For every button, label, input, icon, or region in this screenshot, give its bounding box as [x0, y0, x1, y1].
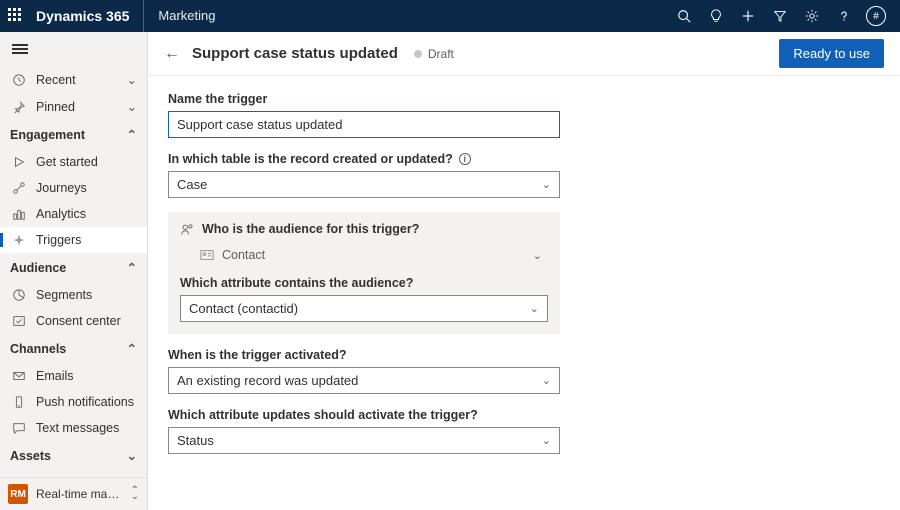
sidebar-item-label: Journeys [36, 181, 87, 195]
sidebar-section-assets[interactable]: Assets ⌄ [0, 441, 147, 470]
audience-panel: Who is the audience for this trigger? Co… [168, 212, 560, 334]
chevron-up-icon: ⌃ [127, 260, 137, 275]
chevron-down-icon: ⌄ [127, 448, 137, 463]
hamburger-icon[interactable] [0, 32, 147, 66]
mail-icon [12, 369, 26, 383]
select-value: Contact [222, 248, 265, 262]
updown-icon: ⌃⌄ [131, 488, 139, 500]
area-label: Real-time marketi... [36, 487, 123, 501]
triggers-icon [12, 233, 26, 247]
status-dot-icon [414, 50, 422, 58]
app-area[interactable]: Marketing [143, 0, 215, 32]
chevron-down-icon: ⌄ [530, 302, 539, 315]
sidebar-text-messages[interactable]: Text messages [0, 415, 147, 441]
chat-icon [12, 421, 26, 435]
filter-icon[interactable] [764, 0, 796, 32]
panel-header: Who is the audience for this trigger? [180, 222, 548, 236]
chevron-down-icon: ⌄ [542, 178, 551, 191]
select-value: Contact (contactid) [189, 301, 298, 316]
sidebar-push-notifications[interactable]: Push notifications [0, 389, 147, 415]
chevron-up-icon: ⌃ [127, 341, 137, 356]
chevron-down-icon: ⌄ [127, 72, 137, 87]
pin-icon [12, 100, 26, 114]
field-name: Name the trigger [168, 92, 560, 138]
sidebar-item-label: Analytics [36, 207, 86, 221]
sidebar-consent-center[interactable]: Consent center [0, 308, 147, 334]
field-updates: Which attribute updates should activate … [168, 408, 560, 454]
when-select[interactable]: An existing record was updated ⌄ [168, 367, 560, 394]
chevron-down-icon: ⌄ [542, 434, 551, 447]
select-value: Status [177, 433, 214, 448]
card-icon [200, 249, 214, 261]
sidebar-emails[interactable]: Emails [0, 363, 147, 389]
sidebar: Recent ⌄ Pinned ⌄ Engagement ⌃ Get start… [0, 32, 148, 510]
field-label: In which table is the record created or … [168, 152, 560, 166]
sidebar-item-label: Consent center [36, 314, 121, 328]
sidebar-recent[interactable]: Recent ⌄ [0, 66, 147, 93]
back-arrow-icon[interactable]: ← [164, 45, 180, 63]
waffle-icon[interactable] [8, 8, 24, 24]
avatar[interactable]: # [860, 0, 892, 32]
audience-entity-select[interactable]: Contact ⌄ [180, 244, 548, 266]
sidebar-item-label: Pinned [36, 100, 117, 114]
lightbulb-icon[interactable] [700, 0, 732, 32]
page-title: Support case status updated [192, 45, 398, 62]
updates-select[interactable]: Status ⌄ [168, 427, 560, 454]
area-badge: RM [8, 484, 28, 504]
gear-icon[interactable] [796, 0, 828, 32]
chevron-down-icon: ⌄ [127, 99, 137, 114]
sidebar-item-label: Recent [36, 73, 117, 87]
select-value: Case [177, 177, 207, 192]
sidebar-pinned[interactable]: Pinned ⌄ [0, 93, 147, 120]
play-icon [12, 155, 26, 169]
sidebar-item-label: Emails [36, 369, 74, 383]
table-select[interactable]: Case ⌄ [168, 171, 560, 198]
info-icon[interactable]: i [459, 153, 471, 165]
field-label: When is the trigger activated? [168, 348, 560, 362]
status-chip: Draft [414, 47, 454, 61]
clock-icon [12, 73, 26, 87]
top-bar: Dynamics 365 Marketing # [0, 0, 900, 32]
sidebar-segments[interactable]: Segments [0, 282, 147, 308]
field-when: When is the trigger activated? An existi… [168, 348, 560, 394]
attribute-select[interactable]: Contact (contactid) ⌄ [180, 295, 548, 322]
field-label: Which attribute contains the audience? [180, 276, 548, 290]
consent-icon [12, 314, 26, 328]
sidebar-item-label: Push notifications [36, 395, 134, 409]
select-value: An existing record was updated [177, 373, 358, 388]
status-text: Draft [428, 47, 454, 61]
sidebar-item-label: Get started [36, 155, 98, 169]
field-label: Name the trigger [168, 92, 560, 106]
people-icon [180, 222, 194, 236]
sidebar-item-label: Text messages [36, 421, 119, 435]
journeys-icon [12, 181, 26, 195]
sidebar-section-engagement[interactable]: Engagement ⌃ [0, 120, 147, 149]
main: ← Support case status updated Draft Read… [148, 32, 900, 510]
chevron-down-icon: ⌄ [533, 249, 542, 262]
sidebar-item-label: Triggers [36, 233, 81, 247]
field-label: Which attribute updates should activate … [168, 408, 560, 422]
sidebar-journeys[interactable]: Journeys [0, 175, 147, 201]
sidebar-section-channels[interactable]: Channels ⌃ [0, 334, 147, 363]
name-input[interactable] [168, 111, 560, 138]
segments-icon [12, 288, 26, 302]
chevron-down-icon: ⌄ [542, 374, 551, 387]
sidebar-item-label: Segments [36, 288, 92, 302]
sidebar-area-switcher[interactable]: RM Real-time marketi... ⌃⌄ [0, 477, 147, 510]
plus-icon[interactable] [732, 0, 764, 32]
sidebar-get-started[interactable]: Get started [0, 149, 147, 175]
analytics-icon [12, 207, 26, 221]
sidebar-analytics[interactable]: Analytics [0, 201, 147, 227]
page-header: ← Support case status updated Draft Read… [148, 32, 900, 76]
sidebar-triggers[interactable]: Triggers [0, 227, 147, 253]
form-area: Name the trigger In which table is the r… [148, 76, 900, 484]
help-icon[interactable] [828, 0, 860, 32]
chevron-up-icon: ⌃ [127, 127, 137, 142]
sidebar-section-audience[interactable]: Audience ⌃ [0, 253, 147, 282]
search-icon[interactable] [668, 0, 700, 32]
phone-icon [12, 395, 26, 409]
app-name: Dynamics 365 [36, 8, 129, 24]
ready-to-use-button[interactable]: Ready to use [779, 39, 884, 68]
field-table: In which table is the record created or … [168, 152, 560, 198]
